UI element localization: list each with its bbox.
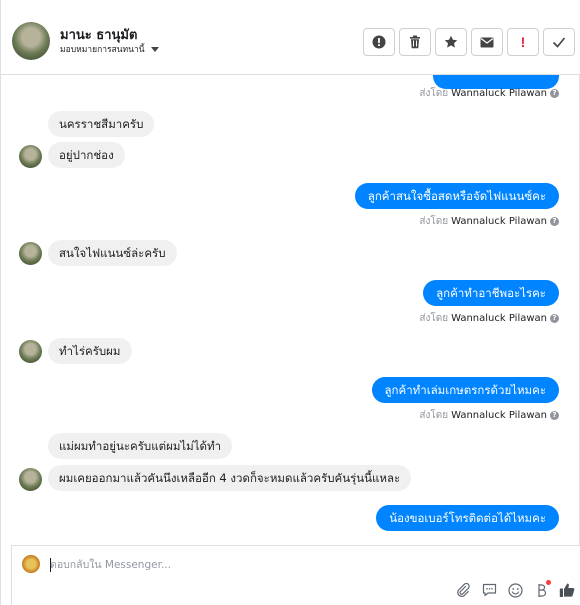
- help-icon[interactable]: ?: [550, 217, 559, 226]
- assign-label: มอบหมายการสนทนานี้: [60, 45, 145, 55]
- message-bubble-outgoing[interactable]: น้องขอเบอร์โทรติดต่อได้ไหมคะ: [376, 505, 559, 531]
- star-button[interactable]: [435, 28, 467, 56]
- text-cursor: [50, 558, 51, 572]
- message-bubble-incoming[interactable]: สนใจไฟแนนซ์ล่ะครับ: [48, 240, 177, 266]
- mark-unread-button[interactable]: [471, 28, 503, 56]
- delete-button[interactable]: [399, 28, 431, 56]
- reply-input[interactable]: [50, 556, 550, 574]
- exclamation-icon: !: [520, 34, 526, 50]
- trash-icon: [410, 35, 420, 49]
- help-icon[interactable]: ?: [550, 314, 559, 323]
- message-bubble-incoming[interactable]: แม่ผมทำอยู่นะครับแต่ผมไม่ได้ทำ: [48, 433, 233, 459]
- conversation-toolbar: !: [363, 28, 575, 56]
- mark-spam-button[interactable]: [363, 28, 395, 56]
- message-thread: ส่งโดย Wannaluck Pilawan ? นครราชสีมาครั…: [1, 75, 580, 545]
- follow-up-button[interactable]: !: [507, 28, 539, 56]
- customer-avatar-small: [19, 468, 42, 491]
- message-bubble-incoming[interactable]: นครราชสีมาครับ: [48, 111, 155, 137]
- mark-done-button[interactable]: [543, 28, 575, 56]
- message-bubble-outgoing[interactable]: ลูกค้าสนใจซื้อสดหรือจัดไฟแนนซ์คะ: [354, 183, 559, 209]
- smiley-icon[interactable]: [507, 582, 523, 598]
- customer-avatar[interactable]: [12, 22, 50, 60]
- alert-circle-icon: [372, 35, 386, 49]
- star-icon: [444, 35, 458, 48]
- help-icon[interactable]: ?: [550, 411, 559, 420]
- page-avatar: [22, 555, 40, 573]
- message-bubble-outgoing[interactable]: ลูกค้าทำอาชีพอะไรคะ: [423, 280, 559, 306]
- customer-avatar-small: [19, 145, 42, 168]
- assign-conversation-dropdown[interactable]: มอบหมายการสนทนานี้: [60, 42, 159, 56]
- message-composer: [11, 545, 580, 605]
- chat-bubble-icon[interactable]: [481, 582, 497, 598]
- mail-icon: [480, 37, 494, 47]
- customer-avatar-small: [19, 340, 42, 363]
- customer-avatar-small: [19, 242, 42, 265]
- thumbs-up-icon[interactable]: [559, 582, 575, 598]
- caret-down-icon: [150, 46, 159, 52]
- message-bubble-incoming[interactable]: อยู่ปากช่อง: [48, 142, 125, 168]
- sent-by-label: ส่งโดย Wannaluck Pilawan ?: [419, 311, 559, 326]
- message-bubble-outgoing[interactable]: ลูกค้าทำเล่มเกษตรกรด้วยไหมคะ: [371, 377, 559, 403]
- paperclip-icon[interactable]: [455, 582, 471, 598]
- conversation-header: มานะ ธานุมัต มอบหมายการสนทนานี้ !: [1, 0, 580, 75]
- bot-icon[interactable]: [533, 580, 551, 598]
- composer-tools: [455, 580, 575, 598]
- help-icon[interactable]: ?: [550, 89, 559, 98]
- message-bubble-incoming[interactable]: ผมเคยออกมาแล้วคันนึงเหลืออีก 4 งวดก็จะหม…: [48, 465, 412, 491]
- sent-by-label: ส่งโดย Wannaluck Pilawan ?: [419, 86, 559, 101]
- sent-by-label: ส่งโดย Wannaluck Pilawan ?: [419, 214, 559, 229]
- messenger-conversation-window: มานะ ธานุมัต มอบหมายการสนทนานี้ ! ส่งโดย…: [0, 0, 580, 605]
- message-bubble-incoming[interactable]: ทำไร่ครับผม: [48, 338, 132, 364]
- checkmark-icon: [552, 37, 566, 48]
- sent-by-label: ส่งโดย Wannaluck Pilawan ?: [419, 408, 559, 423]
